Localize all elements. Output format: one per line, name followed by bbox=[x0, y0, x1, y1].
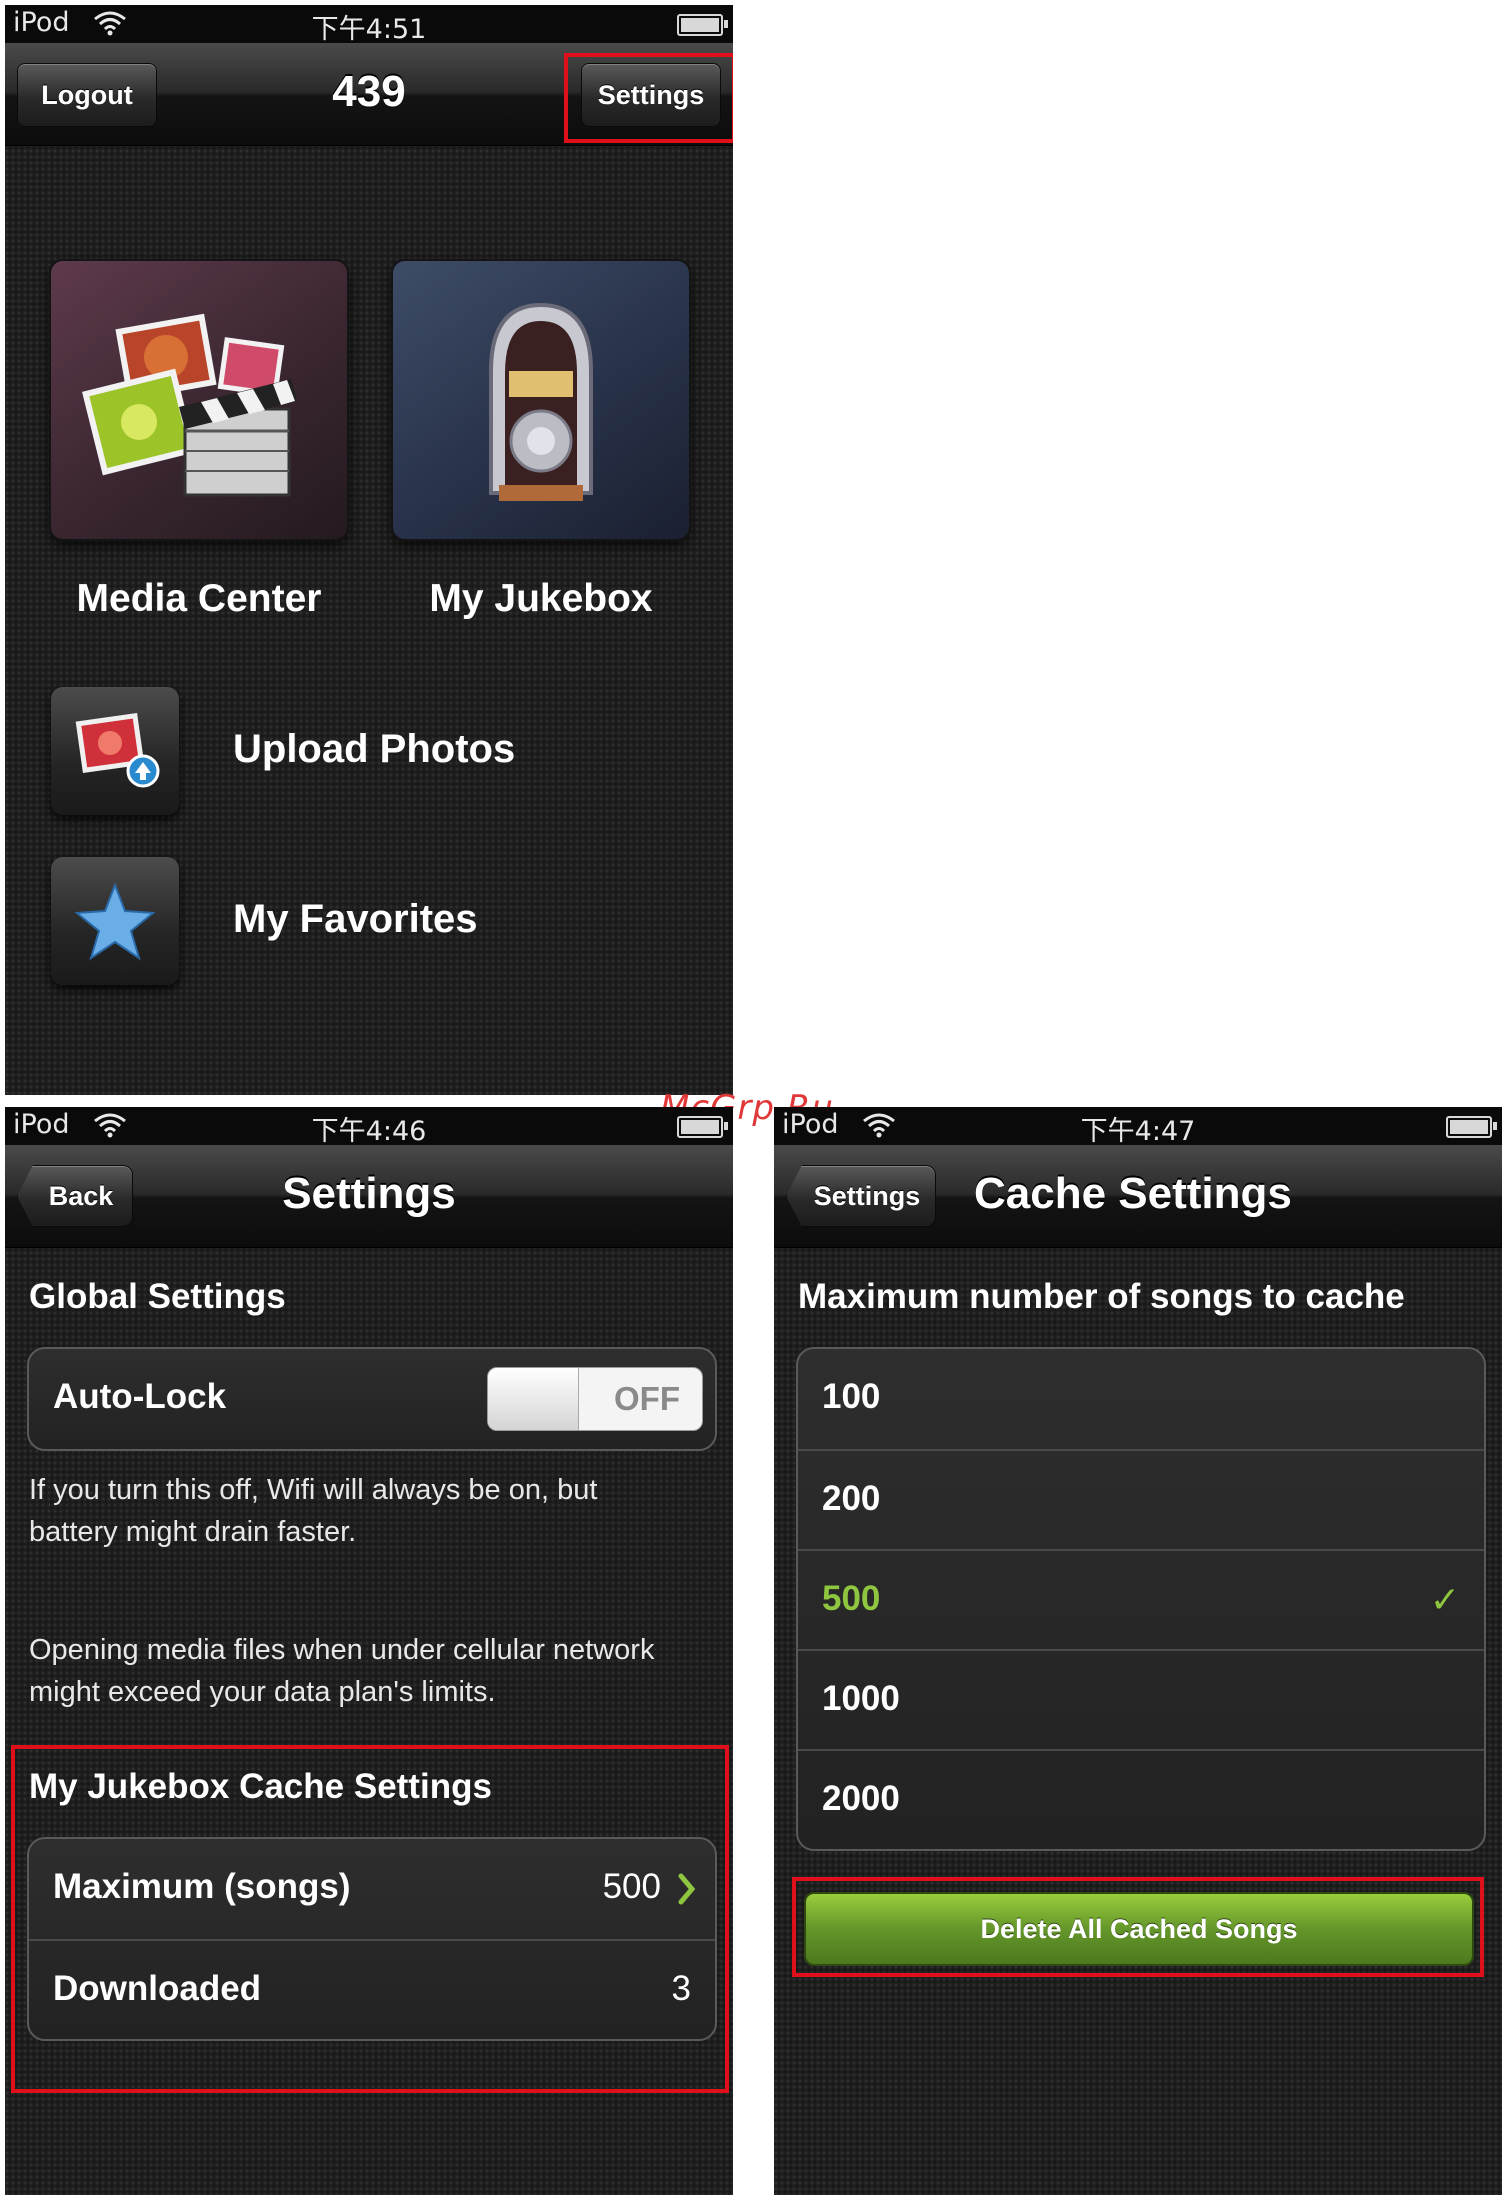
jukebox-cache-group: Maximum (songs) 500 Downloaded 3 bbox=[27, 1837, 717, 2041]
nav-bar: Logout 439 Settings bbox=[5, 43, 733, 146]
cellular-note: Opening media files when under cellular … bbox=[29, 1634, 655, 1708]
my-jukebox-label: My Jukebox bbox=[429, 577, 653, 620]
toggle-state: OFF bbox=[614, 1380, 680, 1417]
option-100[interactable]: 100 bbox=[798, 1349, 1484, 1449]
downloaded-cell: Downloaded 3 bbox=[29, 1939, 715, 2039]
downloaded-value: 3 bbox=[671, 1969, 691, 2008]
my-favorites-tile[interactable] bbox=[51, 857, 179, 985]
nav-bar: Back Settings bbox=[5, 1145, 733, 1248]
chevron-right-icon bbox=[678, 1873, 696, 1905]
star-icon bbox=[74, 882, 156, 961]
jukebox-cache-header: My Jukebox Cache Settings bbox=[29, 1767, 492, 1806]
status-time: 下午4:51 bbox=[311, 14, 427, 45]
upload-photos-icon bbox=[75, 712, 160, 788]
autolock-cell: Auto-Lock OFF bbox=[29, 1349, 715, 1449]
jukebox-icon bbox=[489, 302, 593, 501]
status-bar: iPod 下午4:46 bbox=[5, 1107, 733, 1147]
cache-settings-screen: iPod 下午4:47 Settings Cache Settings Maxi… bbox=[774, 1107, 1502, 2195]
option-label: 500 bbox=[822, 1579, 881, 1618]
max-songs-cell[interactable]: Maximum (songs) 500 bbox=[29, 1839, 715, 1939]
toggle-knob bbox=[488, 1368, 579, 1430]
option-label: 1000 bbox=[822, 1679, 900, 1718]
nav-title: Cache Settings bbox=[974, 1169, 1292, 1218]
option-label: 200 bbox=[822, 1479, 881, 1518]
media-center-icon bbox=[82, 313, 297, 497]
back-to-settings-button[interactable]: Settings bbox=[786, 1165, 936, 1227]
status-bar: iPod 下午4:47 bbox=[774, 1107, 1502, 1147]
battery-icon bbox=[1446, 1116, 1497, 1138]
option-1000[interactable]: 1000 bbox=[798, 1649, 1484, 1751]
battery-icon bbox=[677, 1116, 728, 1138]
autolock-group: Auto-Lock OFF bbox=[27, 1347, 717, 1451]
option-2000[interactable]: 2000 bbox=[798, 1749, 1484, 1849]
status-bar: iPod 下午4:51 bbox=[5, 5, 733, 45]
option-label: 2000 bbox=[822, 1779, 900, 1818]
home-screen: iPod 下午4:51 Logout 439 Settings Media Ce… bbox=[5, 5, 733, 1095]
status-time: 下午4:46 bbox=[311, 1116, 427, 1147]
max-songs-value: 500 bbox=[602, 1867, 661, 1906]
global-settings-header: Global Settings bbox=[29, 1277, 286, 1316]
option-200[interactable]: 200 bbox=[798, 1449, 1484, 1551]
media-center-label: Media Center bbox=[76, 577, 322, 620]
nav-bar: Settings Cache Settings bbox=[774, 1145, 1502, 1248]
battery-charging-icon bbox=[677, 14, 728, 36]
my-jukebox-tile[interactable] bbox=[393, 261, 689, 539]
nav-title: Settings bbox=[282, 1169, 456, 1218]
option-500-selected[interactable]: 500 ✓ bbox=[798, 1549, 1484, 1651]
delete-all-cached-songs-button[interactable]: Delete All Cached Songs bbox=[804, 1892, 1474, 1966]
autolock-toggle[interactable]: OFF bbox=[487, 1367, 703, 1431]
max-songs-label: Maximum (songs) bbox=[53, 1867, 351, 1906]
option-label: 100 bbox=[822, 1377, 881, 1416]
settings-button[interactable]: Settings bbox=[581, 63, 721, 127]
autolock-note: If you turn this off, Wifi will always b… bbox=[29, 1474, 598, 1548]
upload-photos-label[interactable]: Upload Photos bbox=[233, 727, 515, 772]
settings-screen: iPod 下午4:46 Back Settings Global Setting… bbox=[5, 1107, 733, 2195]
cache-count-header: Maximum number of songs to cache bbox=[798, 1277, 1405, 1316]
status-time: 下午4:47 bbox=[1080, 1116, 1196, 1147]
media-center-tile[interactable] bbox=[51, 261, 347, 539]
upload-photos-tile[interactable] bbox=[51, 687, 179, 815]
cache-options-list: 100 200 500 ✓ 1000 2000 bbox=[796, 1347, 1486, 1851]
checkmark-icon: ✓ bbox=[1429, 1579, 1460, 1620]
my-favorites-label[interactable]: My Favorites bbox=[233, 897, 478, 942]
autolock-label: Auto-Lock bbox=[53, 1377, 227, 1416]
downloaded-label: Downloaded bbox=[53, 1969, 262, 2008]
